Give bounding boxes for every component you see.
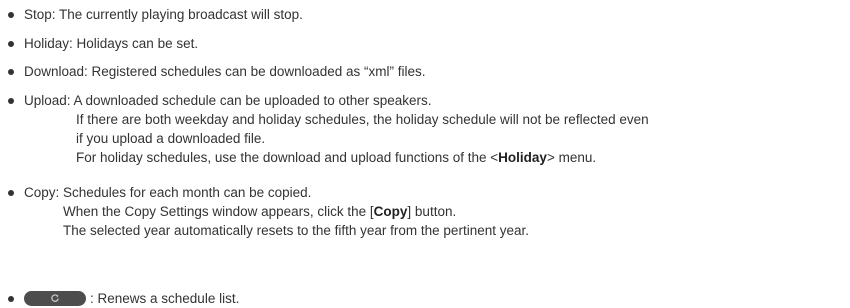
bullet-icon <box>8 296 14 302</box>
item-text: Copy: Schedules for each month can be co… <box>24 185 312 200</box>
item-text: Upload: A downloaded schedule can be upl… <box>24 93 432 108</box>
item-text-line: if you upload a downloaded file. <box>76 131 266 146</box>
bullet-icon <box>8 190 14 196</box>
item-text: : Renews a schedule list. <box>90 291 240 306</box>
item-text: Download: Registered schedules can be do… <box>24 64 426 79</box>
bullet-icon <box>8 98 14 104</box>
item-text-line: If there are both weekday and holiday sc… <box>76 112 649 127</box>
text-fragment: For holiday schedules, use the download … <box>76 150 499 165</box>
copy-button-name: Copy <box>373 204 408 219</box>
bullet-icon <box>8 69 14 75</box>
refresh-button[interactable] <box>24 291 86 306</box>
item-text-line: When the Copy Settings window appears, c… <box>63 204 456 220</box>
bullet-icon <box>8 12 14 18</box>
item-text: Holiday: Holidays can be set. <box>24 36 199 51</box>
help-text-page: Stop: The currently playing broadcast wi… <box>0 0 850 308</box>
text-fragment: ] button. <box>407 204 457 219</box>
item-text: Stop: The currently playing broadcast wi… <box>24 7 303 22</box>
holiday-menu-name: Holiday <box>498 150 547 165</box>
text-fragment: When the Copy Settings window appears, c… <box>63 204 374 219</box>
item-text-line: The selected year automatically resets t… <box>63 223 529 238</box>
item-text-line: For holiday schedules, use the download … <box>76 150 596 166</box>
text-fragment: > menu. <box>546 150 597 165</box>
refresh-icon <box>51 294 59 302</box>
bullet-icon <box>8 41 14 47</box>
